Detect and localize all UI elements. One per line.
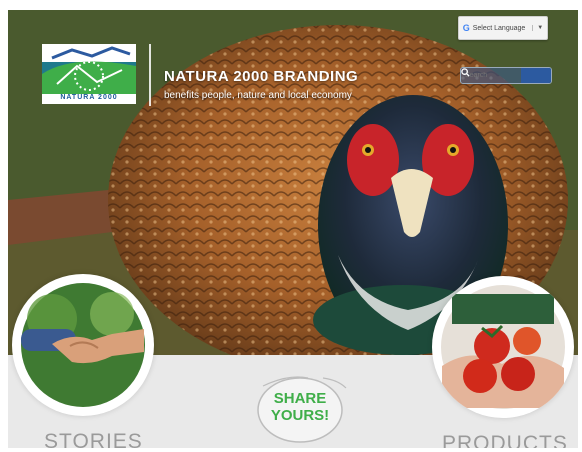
products-link[interactable]: PRODUCTS [442, 432, 568, 448]
language-selector[interactable]: G Select Language ▼ [458, 16, 548, 40]
search-box[interactable] [460, 67, 552, 84]
logo-text: NATURA 2000 [60, 94, 118, 101]
share-line-2: YOURS! [270, 407, 330, 424]
search-icon [461, 68, 470, 77]
stories-link[interactable]: STORIES [44, 430, 143, 448]
header-divider [149, 44, 151, 106]
search-input[interactable] [461, 68, 521, 83]
page-subtitle: benefits people, nature and local econom… [164, 90, 352, 101]
stories-image[interactable] [12, 274, 154, 416]
natura-2000-logo[interactable]: NATURA 2000 [42, 44, 136, 104]
share-yours-button[interactable]: SHARE YOURS! [248, 372, 348, 444]
page-title: NATURA 2000 BRANDING [164, 68, 359, 85]
page: G Select Language ▼ NATURA 2000 NATURA 2… [8, 10, 578, 448]
dropdown-arrow-icon: ▼ [532, 25, 543, 31]
share-line-1: SHARE [273, 390, 327, 407]
language-label: Select Language [472, 24, 526, 32]
google-icon: G [462, 23, 470, 33]
search-button[interactable] [461, 68, 551, 83]
products-image[interactable] [432, 276, 574, 418]
